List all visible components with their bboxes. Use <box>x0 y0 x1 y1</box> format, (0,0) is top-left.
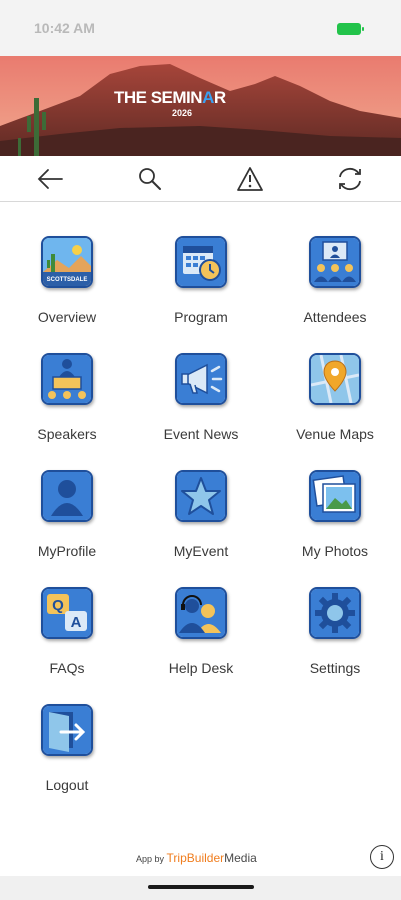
menu-tile-settings[interactable]: Settings <box>269 587 399 687</box>
menu-tile-my-photos[interactable]: My Photos <box>269 470 399 570</box>
menu-tile-venue-maps[interactable]: Venue Maps <box>269 353 399 453</box>
menu-tile-attendees[interactable]: Attendees <box>269 236 399 336</box>
qa-icon: Q A <box>43 589 91 637</box>
toolbar <box>0 156 401 202</box>
refresh-icon <box>339 167 361 191</box>
photos-icon <box>311 472 359 520</box>
megaphone-icon <box>177 355 225 403</box>
menu-label: Event News <box>163 426 239 442</box>
menu-label: MyEvent <box>173 543 229 559</box>
menu-label: Help Desk <box>168 660 234 676</box>
menu-label: My Photos <box>301 543 369 559</box>
menu-label: MyProfile <box>37 543 97 559</box>
menu-label: Venue Maps <box>296 426 374 442</box>
info-icon: i <box>380 849 384 864</box>
event-year: 2026 <box>172 108 193 118</box>
system-nav-bar <box>0 876 401 900</box>
menu-label: Logout <box>45 777 89 793</box>
status-time: 10:42 AM <box>34 20 95 36</box>
menu-label: Overview <box>37 309 97 325</box>
speaker-podium-icon <box>43 355 91 403</box>
menu-tile-myevent[interactable]: MyEvent <box>135 470 265 570</box>
headset-icon <box>177 589 225 637</box>
menu-tile-help-desk[interactable]: Help Desk <box>135 587 265 687</box>
search-icon <box>139 168 161 190</box>
event-banner: THE SEMINAR 2026 <box>0 56 401 156</box>
battery-icon <box>337 23 364 35</box>
menu-label: Program <box>174 309 228 325</box>
menu-tile-overview[interactable]: SCOTTSDALE Overview <box>1 236 131 336</box>
menu-tile-logout[interactable]: Logout <box>1 704 131 804</box>
calendar-clock-icon <box>177 238 225 286</box>
back-button[interactable] <box>34 164 66 194</box>
profile-icon <box>43 472 91 520</box>
svg-text:A: A <box>71 614 82 631</box>
footer: App by TripBuilderMedia i <box>0 840 401 876</box>
star-icon <box>177 472 225 520</box>
event-logo-title: THE SEMINAR <box>114 88 226 107</box>
overview-icon-text: SCOTTSDALE <box>47 277 88 283</box>
menu-tile-event-news[interactable]: Event News <box>135 353 265 453</box>
warning-triangle-icon <box>237 167 263 191</box>
menu-tile-speakers[interactable]: Speakers <box>1 353 131 453</box>
home-indicator[interactable] <box>148 885 254 889</box>
logout-icon <box>43 706 91 754</box>
status-bar: 10:42 AM <box>0 0 401 56</box>
menu-tile-myprofile[interactable]: MyProfile <box>1 470 131 570</box>
gear-icon <box>311 589 359 637</box>
app-credit[interactable]: App by TripBuilderMedia <box>136 851 257 865</box>
menu-label: Settings <box>309 660 361 676</box>
arrow-left-icon <box>37 169 63 189</box>
menu-tile-faqs[interactable]: Q A FAQs <box>1 587 131 687</box>
attendees-icon <box>311 238 359 286</box>
info-button[interactable]: i <box>370 845 394 869</box>
menu-label: FAQs <box>49 660 85 676</box>
menu-tile-program[interactable]: Program <box>135 236 265 336</box>
menu-label: Speakers <box>37 426 97 442</box>
svg-text:Q: Q <box>52 597 64 614</box>
search-button[interactable] <box>134 164 166 194</box>
menu-label: Attendees <box>303 309 367 325</box>
overview-icon: SCOTTSDALE <box>43 238 91 286</box>
map-pin-icon <box>311 355 359 403</box>
alert-button[interactable] <box>234 164 266 194</box>
refresh-button[interactable] <box>334 164 366 194</box>
